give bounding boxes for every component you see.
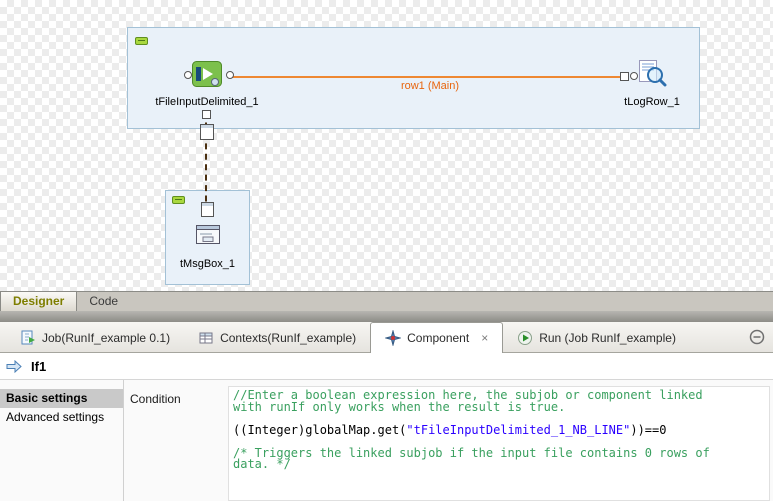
settings-nav: Basic settings Advanced settings [0, 380, 124, 501]
code-comment-line: with runIf only works when the result is… [233, 402, 765, 414]
tab-contexts[interactable]: Contexts(RunIf_example) [184, 322, 370, 353]
tfileinputdelimited-icon [192, 59, 222, 89]
close-icon[interactable]: × [481, 332, 488, 344]
tmsgbox-component[interactable] [194, 221, 222, 249]
talend-studio-window: tFileInputDelimited_1 tLogRow_1 tMsgBox_… [0, 0, 773, 501]
tab-job-label: Job(RunIf_example 0.1) [42, 331, 170, 345]
design-canvas[interactable]: tFileInputDelimited_1 tLogRow_1 tMsgBox_… [0, 0, 773, 291]
condition-label: Condition [130, 392, 181, 406]
condition-expression-editor[interactable]: //Enter a boolean expression here, the s… [228, 386, 770, 501]
view-tabbar: Job(RunIf_example 0.1) Contexts(RunIf_ex… [0, 322, 773, 353]
tab-run-label: Run (Job RunIf_example) [539, 331, 676, 345]
component-settings: Basic settings Advanced settings Conditi… [0, 380, 773, 501]
component-label-tfileinputdelimited[interactable]: tFileInputDelimited_1 [137, 96, 277, 108]
tfileinputdelimited-component[interactable] [192, 59, 222, 89]
run-tab-icon [517, 330, 533, 346]
tab-contexts-label: Contexts(RunIf_example) [220, 331, 356, 345]
input-port-icon [184, 71, 192, 79]
tlogrow-icon [637, 59, 667, 89]
code-comment-line: /* Triggers the linked subjob if the inp… [233, 448, 765, 460]
tab-run[interactable]: Run (Job RunIf_example) [503, 322, 690, 353]
tab-code[interactable]: Code [77, 292, 130, 311]
tab-component[interactable]: Component × [370, 322, 503, 353]
trigger-endpoint-icon [200, 124, 214, 140]
subjob2-collapse-button[interactable] [172, 196, 185, 204]
panel-sash[interactable] [0, 311, 773, 322]
subjob1-collapse-button[interactable] [135, 37, 148, 45]
nav-basic-settings[interactable]: Basic settings [0, 389, 123, 408]
expression-pre: ((Integer)globalMap.get( [233, 423, 406, 437]
tlogrow-component[interactable] [637, 59, 667, 89]
output-port-icon [226, 71, 234, 79]
panel-title: If1 [31, 359, 46, 374]
code-comment-line: data. */ [233, 459, 765, 471]
editor-mode-tabs: Designer Code [0, 291, 773, 311]
component-tab-icon [385, 330, 401, 346]
tab-designer[interactable]: Designer [0, 292, 77, 311]
component-panel-header: If1 [0, 353, 773, 380]
trigger-target-icon [201, 202, 214, 217]
expression-string: "tFileInputDelimited_1_NB_LINE" [406, 423, 630, 437]
code-expression-line: ((Integer)globalMap.get("tFileInputDelim… [233, 425, 765, 437]
tab-component-label: Component [407, 331, 469, 345]
component-label-tmsgbox[interactable]: tMsgBox_1 [165, 258, 250, 270]
tab-job[interactable]: Job(RunIf_example 0.1) [6, 322, 184, 353]
trigger-source-icon [202, 110, 211, 119]
nav-advanced-settings[interactable]: Advanced settings [0, 408, 123, 427]
if-arrow-icon [6, 360, 22, 373]
minimize-icon [749, 329, 765, 345]
tmsgbox-icon [194, 221, 222, 249]
component-label-tlogrow[interactable]: tLogRow_1 [597, 96, 707, 108]
component-panel: If1 Basic settings Advanced settings Con… [0, 353, 773, 501]
contexts-tab-icon [198, 330, 214, 346]
expression-post: ))==0 [630, 423, 666, 437]
connection-row1-label[interactable]: row1 (Main) [360, 80, 500, 92]
minimize-panel-button[interactable] [749, 329, 765, 345]
job-tab-icon [20, 330, 36, 346]
connection-row1-line[interactable] [232, 76, 622, 78]
connection-endpoint-icon [620, 72, 629, 81]
